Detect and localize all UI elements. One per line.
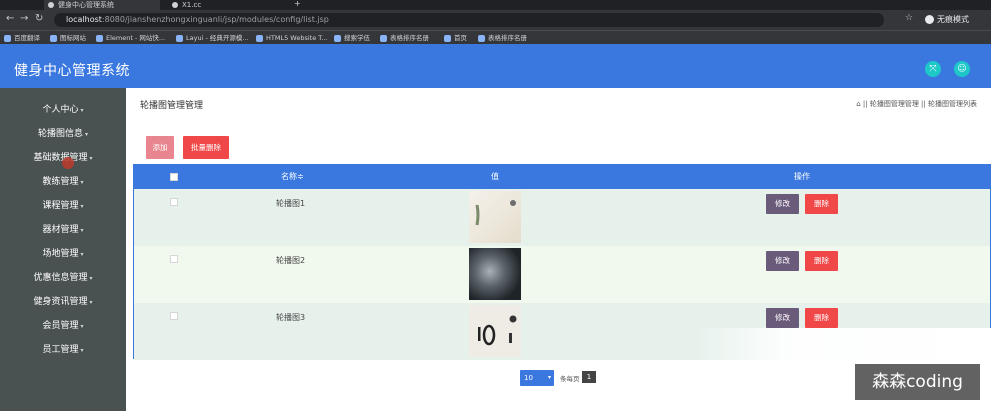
url-input[interactable]: localhost:8080/jianshenzhongxinguanli/js… — [54, 13, 884, 27]
browser-tab-title: 健身中心管理系统 — [58, 1, 114, 9]
bookmark-icon — [96, 34, 103, 42]
user-icon[interactable]: ☺ — [954, 61, 970, 77]
column-header-name[interactable]: 名称≑ — [281, 165, 304, 189]
browser-address-bar: ← → ↻ localhost:8080/jianshenzhongxingua… — [0, 10, 991, 30]
bookmark-icon — [256, 34, 263, 42]
carousel-thumbnail — [469, 191, 521, 243]
bookmark-item[interactable]: Layui - 经典开源模... — [176, 32, 249, 44]
incognito-indicator[interactable]: 无痕模式 — [925, 12, 969, 28]
new-tab-button[interactable]: + — [294, 0, 301, 8]
sidebar-item-member[interactable]: 会员管理 ▾ — [0, 314, 126, 338]
delete-button[interactable]: 删除 — [805, 194, 838, 214]
table-header: 名称≑ 值 操作 — [134, 165, 990, 189]
browser-tab-active[interactable]: 健身中心管理系统 — [44, 0, 160, 10]
bookmark-icon — [4, 34, 11, 42]
app-title: 健身中心管理系统 — [14, 63, 130, 79]
table-row: 轮播图2 修改 删除 — [134, 246, 990, 303]
page-size-label: 条每页 — [560, 375, 580, 383]
chevron-icon: ▾ — [80, 323, 84, 330]
sidebar-item-course[interactable]: 课程管理 ▾ — [0, 194, 126, 218]
bookmarks-bar: 百度翻译 图标网站 Element - 网站快... Layui - 经典开源模… — [0, 30, 991, 44]
breadcrumb[interactable]: ⌂ || 轮播图管理管理 || 轮播图管理列表 — [856, 99, 977, 109]
thumbnail-art — [475, 200, 516, 226]
chevron-icon: ▾ — [89, 299, 93, 306]
reload-icon[interactable]: ↻ — [35, 13, 43, 24]
sidebar-item-staff[interactable]: 员工管理 ▾ — [0, 338, 126, 362]
carousel-thumbnail — [469, 248, 521, 300]
watermark: 森森coding — [855, 364, 980, 400]
chevron-icon: ▾ — [80, 251, 84, 258]
app-header: 健身中心管理系统 ⤧ ☺ — [0, 44, 991, 88]
tab-favicon-icon — [172, 2, 178, 8]
chevron-down-icon: ▾ — [547, 374, 551, 381]
edit-button[interactable]: 修改 — [766, 194, 799, 214]
url-path: :8080/jianshenzhongxinguanli/jsp/modules… — [101, 15, 329, 24]
row-checkbox[interactable] — [170, 312, 178, 320]
row-name: 轮播图1 — [276, 199, 306, 208]
delete-button[interactable]: 删除 — [805, 251, 838, 271]
chevron-icon: ▾ — [89, 275, 93, 282]
incognito-label: 无痕模式 — [937, 15, 969, 24]
bookmark-item[interactable]: 百度翻译 — [4, 32, 40, 44]
bookmark-item[interactable]: 首页 — [444, 32, 467, 44]
bookmark-icon — [50, 34, 57, 42]
bookmark-icon — [334, 34, 341, 42]
back-arrow-icon[interactable]: ← — [6, 13, 14, 24]
chevron-icon: ▾ — [80, 203, 84, 210]
select-all-checkbox[interactable] — [170, 173, 178, 181]
bookmark-item[interactable]: 搜索学伍 — [334, 32, 370, 44]
bookmark-icon — [176, 34, 183, 42]
fullscreen-icon[interactable]: ⤧ — [925, 61, 941, 77]
sidebar-item-venue[interactable]: 场地管理 ▾ — [0, 242, 126, 266]
url-host: localhost — [66, 15, 102, 24]
bookmark-item[interactable]: Element - 网站快... — [96, 32, 165, 44]
pagination-page[interactable]: 1 — [582, 371, 596, 383]
sidebar-item-news[interactable]: 健身资讯管理 ▾ — [0, 290, 126, 314]
chevron-icon: ▾ — [80, 227, 84, 234]
browser-tab-strip: 健身中心管理系统 X1.cc + — [0, 0, 991, 10]
edit-button[interactable]: 修改 — [766, 251, 799, 271]
sidebar: 个人中心 ▾ 轮播图信息 ▾ 基础数据管理 ▾ 教练管理 ▾ 课程管理 ▾ 器材管理 ▾ 场… — [0, 88, 126, 411]
sidebar-item-profile[interactable]: 个人中心 ▾ — [0, 98, 126, 122]
chevron-icon: ▾ — [85, 131, 89, 138]
sidebar-item-discount[interactable]: 优惠信息管理 ▾ — [0, 266, 126, 290]
delete-button[interactable]: 删除 — [805, 308, 838, 328]
page-title: 轮播图管理管理 — [140, 101, 204, 111]
chevron-icon: ▾ — [80, 347, 84, 354]
bookmark-icon — [380, 34, 387, 42]
star-icon[interactable]: ☆ — [905, 13, 913, 23]
row-name: 轮播图3 — [276, 313, 306, 322]
table-row: 轮播图1 修改 删除 — [134, 189, 990, 246]
browser-tab-title: X1.cc — [182, 1, 202, 9]
thumbnail-art — [469, 305, 521, 357]
forward-arrow-icon[interactable]: → — [20, 13, 28, 24]
browser-tab[interactable]: X1.cc — [168, 0, 284, 10]
carousel-thumbnail — [469, 305, 521, 357]
row-checkbox[interactable] — [170, 255, 178, 263]
row-checkbox[interactable] — [170, 198, 178, 206]
bookmark-item[interactable]: 表格排序名册 — [380, 32, 429, 44]
incognito-icon — [925, 15, 934, 24]
row-name: 轮播图2 — [276, 256, 306, 265]
chevron-icon: ▾ — [80, 179, 84, 186]
chevron-icon: ▾ — [80, 107, 84, 114]
chevron-icon: ▾ — [89, 155, 93, 162]
sidebar-item-carousel[interactable]: 轮播图信息 ▾ — [0, 122, 126, 146]
bookmark-icon — [444, 34, 451, 42]
mouse-cursor-icon — [62, 157, 74, 169]
column-header-action: 操作 — [794, 172, 810, 181]
column-header-value: 值 — [491, 172, 499, 181]
sidebar-item-coach[interactable]: 教练管理 ▾ — [0, 170, 126, 194]
bookmark-item[interactable]: 图标网站 — [50, 32, 86, 44]
add-button[interactable]: 添加 — [146, 136, 174, 159]
tab-favicon-icon — [48, 2, 54, 8]
page-size-select[interactable]: 10 ▾ — [520, 370, 554, 386]
bookmark-item[interactable]: HTML5 Website T... — [256, 32, 328, 44]
batch-delete-button[interactable]: 批量删除 — [183, 136, 229, 159]
bookmark-icon — [478, 34, 485, 42]
bookmark-item[interactable]: 表格排序名册 — [478, 32, 527, 44]
sidebar-item-equipment[interactable]: 器材管理 ▾ — [0, 218, 126, 242]
edit-button[interactable]: 修改 — [766, 308, 799, 328]
